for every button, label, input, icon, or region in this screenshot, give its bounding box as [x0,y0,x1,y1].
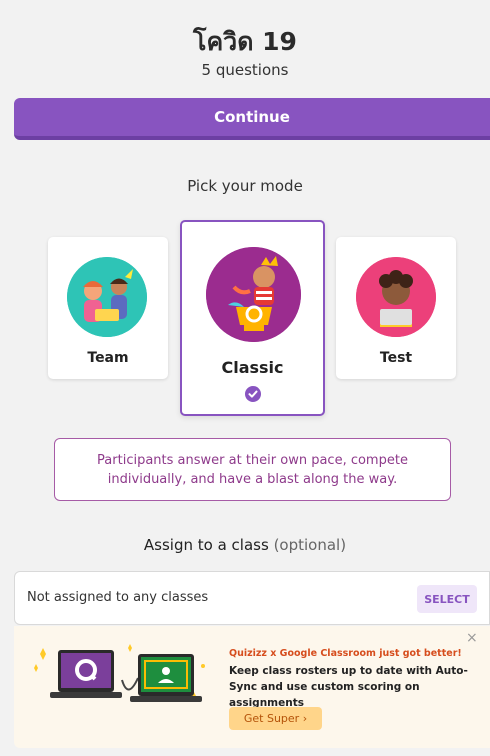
promo-body: Keep class rosters up to date with Auto-… [229,665,468,709]
assign-optional-label: (optional) [273,536,347,554]
mode-card-test[interactable]: Test [336,237,456,379]
assign-heading-label: Assign to a class [143,536,269,554]
selected-check-icon [245,386,261,402]
mode-label-team: Team [87,350,129,366]
class-assignment-field[interactable]: Not assigned to any classes SELECT [14,571,490,625]
classic-illustration-icon [206,247,301,342]
mode-description-text: Participants answer at their own pace, c… [97,452,408,487]
select-class-button[interactable]: SELECT [417,585,477,613]
mode-heading: Pick your mode [187,177,303,195]
team-illustration-icon [67,257,147,337]
assign-heading: Assign to a class (optional) [0,536,490,554]
class-assignment-value: Not assigned to any classes [27,590,209,605]
promo-banner: × Quizizz x Google Classroom just got be… [14,626,490,748]
question-count: 5 questions [201,61,289,79]
test-illustration-icon [356,257,436,337]
promo-tagline: Quizizz x Google Classroom just got bett… [229,648,462,659]
classroom-integration-illustration [34,644,205,702]
mode-card-team[interactable]: Team [48,237,168,379]
close-icon[interactable]: × [466,630,478,646]
continue-button[interactable]: Continue [14,98,490,140]
mode-label-classic: Classic [221,358,284,377]
mode-label-test: Test [379,350,413,366]
mode-card-classic[interactable]: Classic [180,220,325,416]
get-super-button[interactable]: Get Super › [229,707,322,730]
quiz-title: โควิด 19 [193,27,297,56]
mode-description: Participants answer at their own pace, c… [54,438,451,501]
